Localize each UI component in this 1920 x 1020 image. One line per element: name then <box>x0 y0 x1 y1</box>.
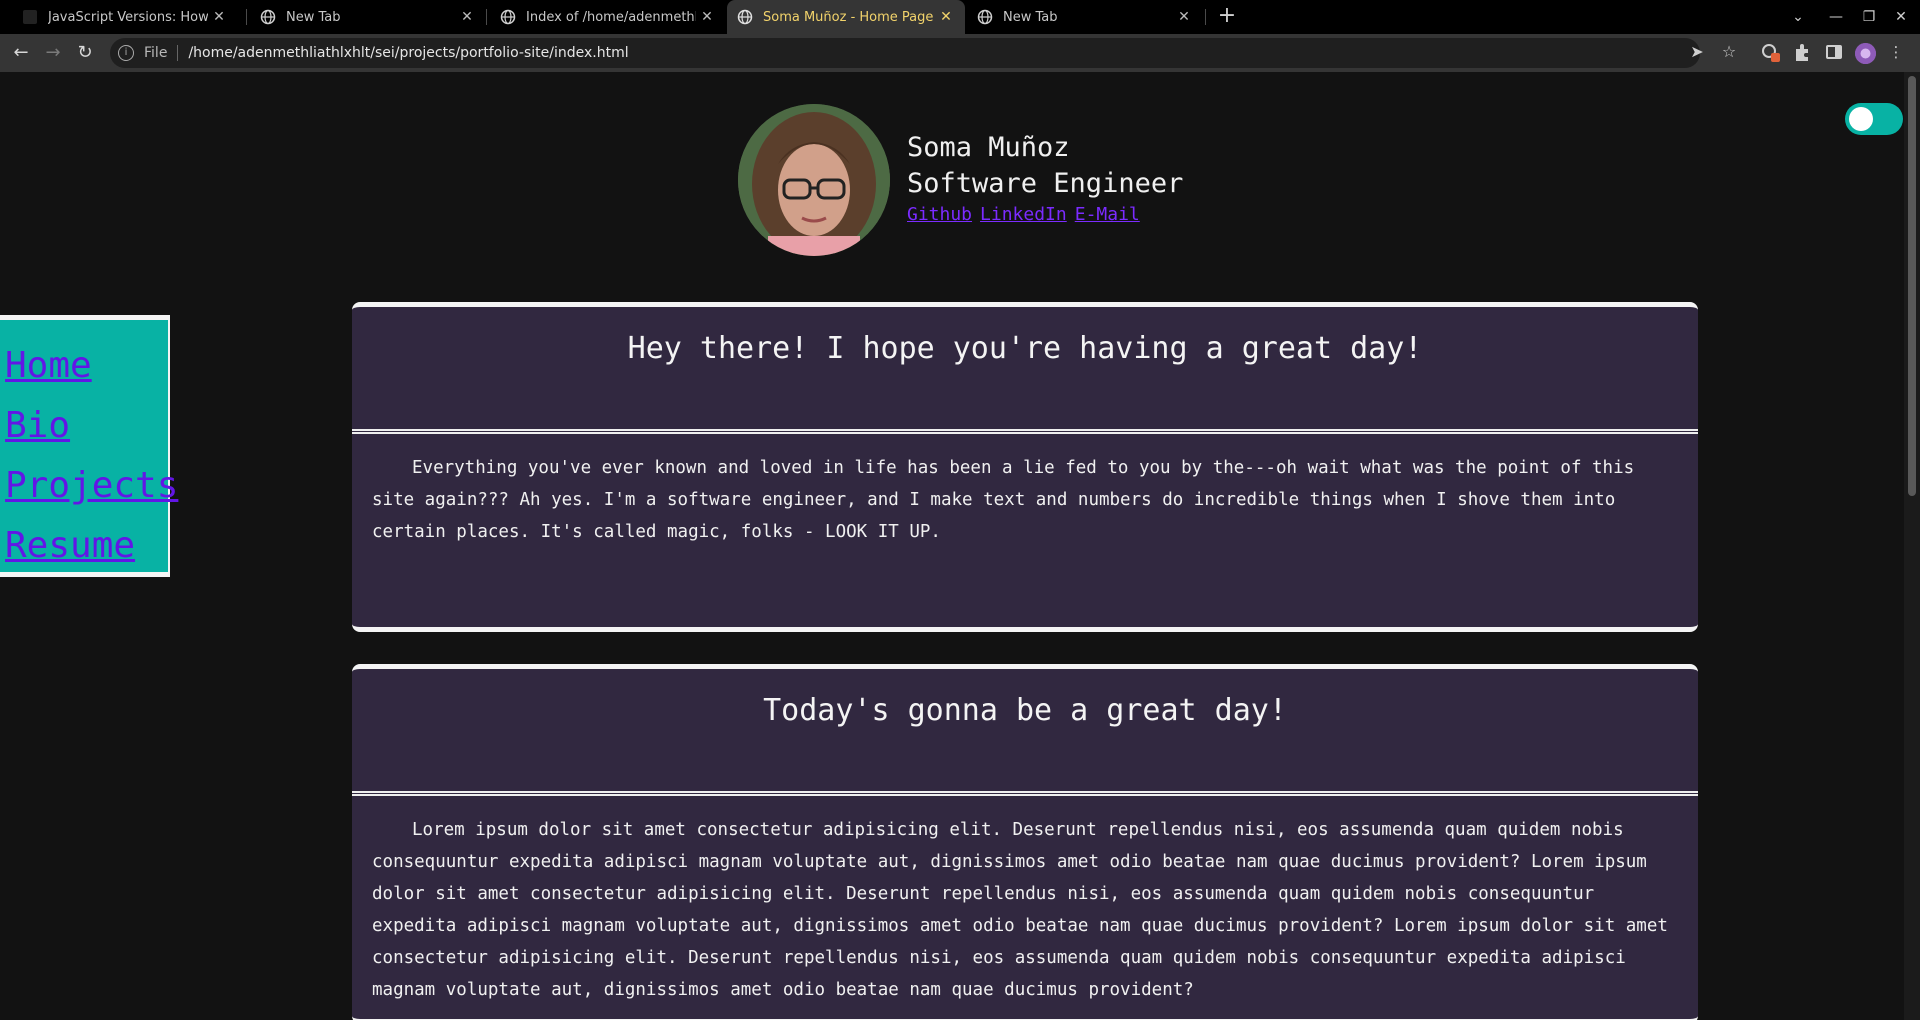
minimize-icon[interactable]: — <box>1825 6 1847 28</box>
close-icon[interactable]: ✕ <box>935 9 957 25</box>
back-button[interactable]: ← <box>9 41 33 65</box>
email-link[interactable]: E-Mail <box>1075 204 1140 225</box>
card-divider <box>352 791 1698 796</box>
great-day-card: Today's gonna be a great day! Lorem ipsu… <box>352 664 1698 1020</box>
globe-icon <box>977 9 993 25</box>
globe-icon <box>737 9 753 25</box>
kebab-menu-icon[interactable]: ⋮ <box>1885 41 1907 63</box>
card-title: Hey there! I hope you're having a great … <box>627 331 1423 366</box>
arrow-left-icon: ← <box>13 42 29 63</box>
reload-icon: ↻ <box>77 42 93 63</box>
restore-icon[interactable]: ❐ <box>1858 6 1880 28</box>
tab-divider <box>246 9 247 25</box>
close-icon[interactable]: ✕ <box>1173 9 1195 25</box>
tab-new-tab-2[interactable]: New Tab ✕ <box>967 0 1203 34</box>
nav-link-resume[interactable]: Resume <box>5 516 168 576</box>
scrollbar-thumb[interactable] <box>1908 76 1916 496</box>
info-icon[interactable]: i <box>118 45 134 61</box>
greeting-card: Hey there! I hope you're having a great … <box>352 302 1698 632</box>
page-favicon-icon <box>22 9 38 25</box>
send-icon[interactable]: ➤ <box>1686 41 1708 63</box>
window-close-icon[interactable]: ✕ <box>1890 6 1912 28</box>
card-body: Lorem ipsum dolor sit amet consectetur a… <box>372 820 1668 1000</box>
nav-link-projects[interactable]: Projects <box>5 456 178 516</box>
nav-link-home[interactable]: Home <box>5 336 168 396</box>
tab-title: Index of /home/adenmethliathlxhlt <box>526 9 696 25</box>
tab-divider <box>486 9 487 25</box>
page-viewport: Soma Muñoz Software Engineer Github Linke… <box>0 72 1904 1020</box>
arrow-right-icon: → <box>45 42 61 63</box>
side-panel-icon[interactable] <box>1823 41 1845 63</box>
browser-toolbar: ← → ↻ i File /home/adenmethliathlxhlt/se… <box>0 34 1920 72</box>
profile-header: Soma Muñoz Software Engineer Github Linke… <box>907 130 1183 225</box>
tab-search-chevron-icon[interactable]: ⌄ <box>1787 6 1809 28</box>
tab-soma-home-page[interactable]: Soma Muñoz - Home Page ✕ <box>727 0 965 34</box>
profile-role: Software Engineer <box>907 168 1184 199</box>
nav-link-bio[interactable]: Bio <box>5 396 168 456</box>
close-icon[interactable]: ✕ <box>208 9 230 25</box>
reload-button[interactable]: ↻ <box>73 41 97 65</box>
omnibox-divider <box>177 45 179 61</box>
linkedin-link[interactable]: LinkedIn <box>980 204 1067 225</box>
globe-icon <box>500 9 516 25</box>
side-navigation: Home Bio Projects Resume <box>0 315 178 577</box>
tab-title: JavaScript Versions: How JavaS <box>48 9 208 25</box>
toggle-knob <box>1849 107 1873 131</box>
puzzle-icon[interactable] <box>1791 41 1813 63</box>
github-link[interactable]: Github <box>907 204 972 225</box>
star-icon[interactable]: ☆ <box>1718 41 1740 63</box>
theme-toggle[interactable] <box>1845 103 1903 135</box>
globe-icon <box>260 9 276 25</box>
profile-links: Github LinkedIn E-Mail <box>907 204 1183 225</box>
tab-title: New Tab <box>286 9 341 25</box>
tab-title: New Tab <box>1003 9 1058 25</box>
tab-divider <box>1205 9 1206 25</box>
profile-name: Soma Muñoz <box>907 132 1070 163</box>
new-tab-button[interactable]: + <box>1214 4 1240 30</box>
forward-button[interactable]: → <box>41 41 65 65</box>
close-icon[interactable]: ✕ <box>456 9 478 25</box>
url-text[interactable]: /home/adenmethliathlxhlt/sei/projects/po… <box>188 45 628 61</box>
tab-title: Soma Muñoz - Home Page <box>763 9 934 25</box>
tab-new-tab-1[interactable]: New Tab ✕ <box>250 0 486 34</box>
profile-avatar[interactable] <box>1855 43 1876 64</box>
close-icon[interactable]: ✕ <box>696 9 718 25</box>
tab-index-of-home[interactable]: Index of /home/adenmethliathlxhlt ✕ <box>490 0 726 34</box>
tab-strip: JavaScript Versions: How JavaS ✕ New Tab… <box>0 0 1920 34</box>
tab-javascript-versions[interactable]: JavaScript Versions: How JavaS ✕ <box>12 0 238 34</box>
profile-photo <box>738 104 890 256</box>
url-scheme-label: File <box>144 45 168 61</box>
extension-badge-icon[interactable] <box>1759 41 1781 63</box>
page-scrollbar[interactable] <box>1904 72 1920 1020</box>
address-bar[interactable]: i File /home/adenmethliathlxhlt/sei/proj… <box>110 38 1700 68</box>
card-divider <box>352 429 1698 434</box>
card-title: Today's gonna be a great day! <box>763 693 1287 728</box>
card-body: Everything you've ever known and loved i… <box>372 458 1635 542</box>
